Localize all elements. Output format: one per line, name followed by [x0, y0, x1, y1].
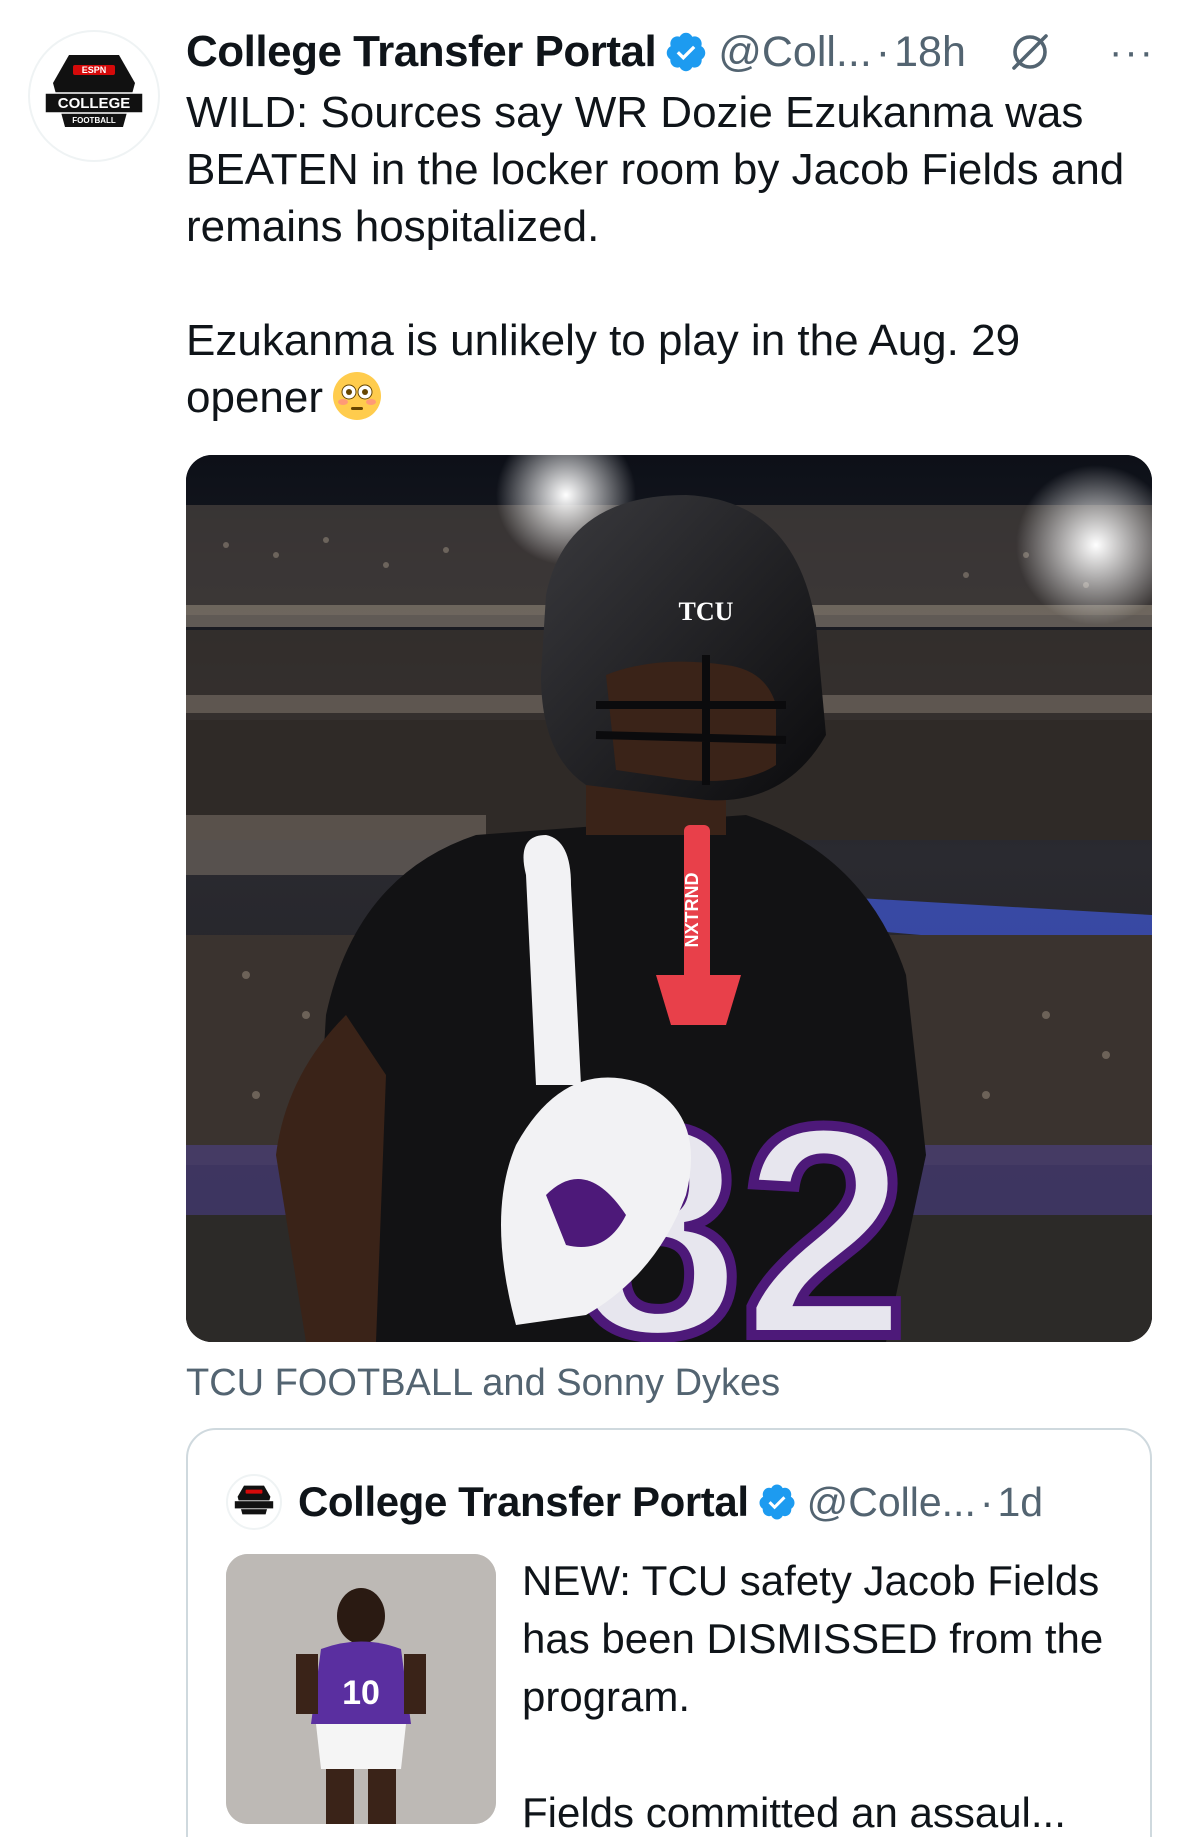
svg-text:10: 10	[342, 1674, 380, 1712]
quoted-tweet[interactable]: College Transfer Portal @Colle... · 1d 1…	[186, 1428, 1152, 1837]
quoted-tweet-thumbnail[interactable]: 10	[226, 1554, 496, 1824]
svg-text:COLLEGE: COLLEGE	[58, 95, 131, 112]
svg-text:ESPN: ESPN	[82, 65, 107, 75]
author-avatar[interactable]: ESPN COLLEGE FOOTBALL	[28, 30, 160, 162]
svg-text:FOOTBALL: FOOTBALL	[72, 116, 116, 125]
tweet-timestamp[interactable]: 18h	[894, 28, 966, 77]
svg-text:NXTRND: NXTRND	[682, 873, 702, 948]
quoted-author-handle[interactable]: @Colle...	[807, 1479, 976, 1526]
separator-dot: ·	[875, 27, 891, 76]
tweet-text: WILD: Sources say WR Dozie Ezukanma was …	[186, 84, 1146, 426]
verified-badge-icon[interactable]	[664, 30, 708, 74]
quoted-tweet-header: College Transfer Portal @Colle... · 1d	[226, 1472, 1130, 1532]
tweet-media-image[interactable]: 82 TCU NXTRND	[186, 455, 1152, 1342]
tweet-body: WILD: Sources say WR Dozie Ezukanma was …	[186, 88, 1125, 422]
media-caption[interactable]: TCU FOOTBALL and Sonny Dykes	[186, 1362, 780, 1405]
college-football-logo	[234, 1485, 274, 1515]
college-football-logo: ESPN COLLEGE FOOTBALL	[44, 55, 144, 127]
quoted-timestamp[interactable]: 1d	[998, 1479, 1044, 1526]
author-name[interactable]: College Transfer Portal	[186, 27, 657, 77]
tweet-header: College Transfer Portal @Coll... · 18h ·…	[186, 22, 1155, 82]
player-portrait-image: 10	[226, 1554, 496, 1824]
quoted-author-name[interactable]: College Transfer Portal	[298, 1478, 749, 1526]
more-options-icon[interactable]: ···	[1109, 32, 1155, 72]
quoted-author-avatar[interactable]	[226, 1474, 282, 1530]
quoted-tweet-text: NEW: TCU safety Jacob Fields has been DI…	[522, 1557, 1104, 1836]
svg-text:TCU: TCU	[679, 597, 734, 626]
grok-icon[interactable]	[1006, 28, 1054, 76]
flushed-face-emoji-icon	[333, 372, 382, 420]
separator-dot: ·	[979, 1478, 994, 1525]
football-player-photo: 82 TCU NXTRND	[186, 455, 1152, 1342]
verified-badge-icon[interactable]	[757, 1482, 797, 1522]
author-handle[interactable]: @Coll...	[718, 28, 872, 77]
